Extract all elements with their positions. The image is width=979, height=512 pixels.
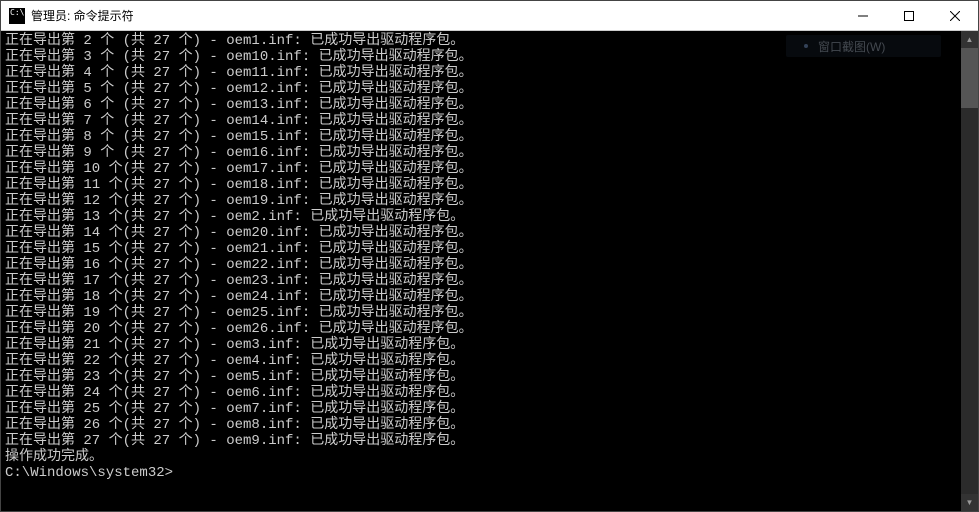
scroll-thumb[interactable] xyxy=(961,48,978,108)
console-line: 正在导出第 6 个 (共 27 个) - oem13.inf: 已成功导出驱动程… xyxy=(5,97,974,113)
console-line: 操作成功完成。 xyxy=(5,449,974,465)
console-line: 正在导出第 18 个(共 27 个) - oem24.inf: 已成功导出驱动程… xyxy=(5,289,974,305)
console-line: 正在导出第 22 个(共 27 个) - oem4.inf: 已成功导出驱动程序… xyxy=(5,353,974,369)
console-line: 正在导出第 5 个 (共 27 个) - oem12.inf: 已成功导出驱动程… xyxy=(5,81,974,97)
console-line: 正在导出第 12 个(共 27 个) - oem19.inf: 已成功导出驱动程… xyxy=(5,193,974,209)
console-line: 正在导出第 15 个(共 27 个) - oem21.inf: 已成功导出驱动程… xyxy=(5,241,974,257)
console-line: 正在导出第 17 个(共 27 个) - oem23.inf: 已成功导出驱动程… xyxy=(5,273,974,289)
scroll-up-button[interactable]: ▲ xyxy=(961,31,978,48)
titlebar[interactable]: 管理员: 命令提示符 xyxy=(1,1,978,31)
console-line: 正在导出第 11 个(共 27 个) - oem18.inf: 已成功导出驱动程… xyxy=(5,177,974,193)
close-button[interactable] xyxy=(932,1,978,31)
console-line: 正在导出第 25 个(共 27 个) - oem7.inf: 已成功导出驱动程序… xyxy=(5,401,974,417)
console-line: 正在导出第 23 个(共 27 个) - oem5.inf: 已成功导出驱动程序… xyxy=(5,369,974,385)
overlay-menu-label: 窗口截图(W) xyxy=(818,38,885,55)
scroll-down-button[interactable]: ▼ xyxy=(961,494,978,511)
console-line: 正在导出第 8 个 (共 27 个) - oem15.inf: 已成功导出驱动程… xyxy=(5,129,974,145)
console-line: 正在导出第 20 个(共 27 个) - oem26.inf: 已成功导出驱动程… xyxy=(5,321,974,337)
console-output[interactable]: 正在导出第 2 个 (共 27 个) - oem1.inf: 已成功导出驱动程序… xyxy=(1,31,978,511)
console-line: 正在导出第 7 个 (共 27 个) - oem14.inf: 已成功导出驱动程… xyxy=(5,113,974,129)
vertical-scrollbar[interactable]: ▲ ▼ xyxy=(961,31,978,511)
console-line: 正在导出第 14 个(共 27 个) - oem20.inf: 已成功导出驱动程… xyxy=(5,225,974,241)
console-line: 正在导出第 9 个 (共 27 个) - oem16.inf: 已成功导出驱动程… xyxy=(5,145,974,161)
overlay-menu-item[interactable]: 窗口截图(W) xyxy=(786,35,941,57)
console-line: 正在导出第 26 个(共 27 个) - oem8.inf: 已成功导出驱动程序… xyxy=(5,417,974,433)
console-line: 正在导出第 24 个(共 27 个) - oem6.inf: 已成功导出驱动程序… xyxy=(5,385,974,401)
window-title: 管理员: 命令提示符 xyxy=(31,7,134,24)
console-line: 正在导出第 4 个 (共 27 个) - oem11.inf: 已成功导出驱动程… xyxy=(5,65,974,81)
bullet-icon xyxy=(804,44,808,48)
console-line: 正在导出第 27 个(共 27 个) - oem9.inf: 已成功导出驱动程序… xyxy=(5,433,974,449)
console-line: 正在导出第 19 个(共 27 个) - oem25.inf: 已成功导出驱动程… xyxy=(5,305,974,321)
cmd-icon xyxy=(9,8,25,24)
command-prompt-window: 管理员: 命令提示符 正在导出第 2 个 (共 27 个) - oem1.inf… xyxy=(0,0,979,512)
console-line: 正在导出第 16 个(共 27 个) - oem22.inf: 已成功导出驱动程… xyxy=(5,257,974,273)
console-line: 正在导出第 21 个(共 27 个) - oem3.inf: 已成功导出驱动程序… xyxy=(5,337,974,353)
console-line: 正在导出第 10 个(共 27 个) - oem17.inf: 已成功导出驱动程… xyxy=(5,161,974,177)
console-line: C:\Windows\system32> xyxy=(5,465,974,481)
maximize-button[interactable] xyxy=(886,1,932,31)
minimize-button[interactable] xyxy=(840,1,886,31)
console-line: 正在导出第 13 个(共 27 个) - oem2.inf: 已成功导出驱动程序… xyxy=(5,209,974,225)
